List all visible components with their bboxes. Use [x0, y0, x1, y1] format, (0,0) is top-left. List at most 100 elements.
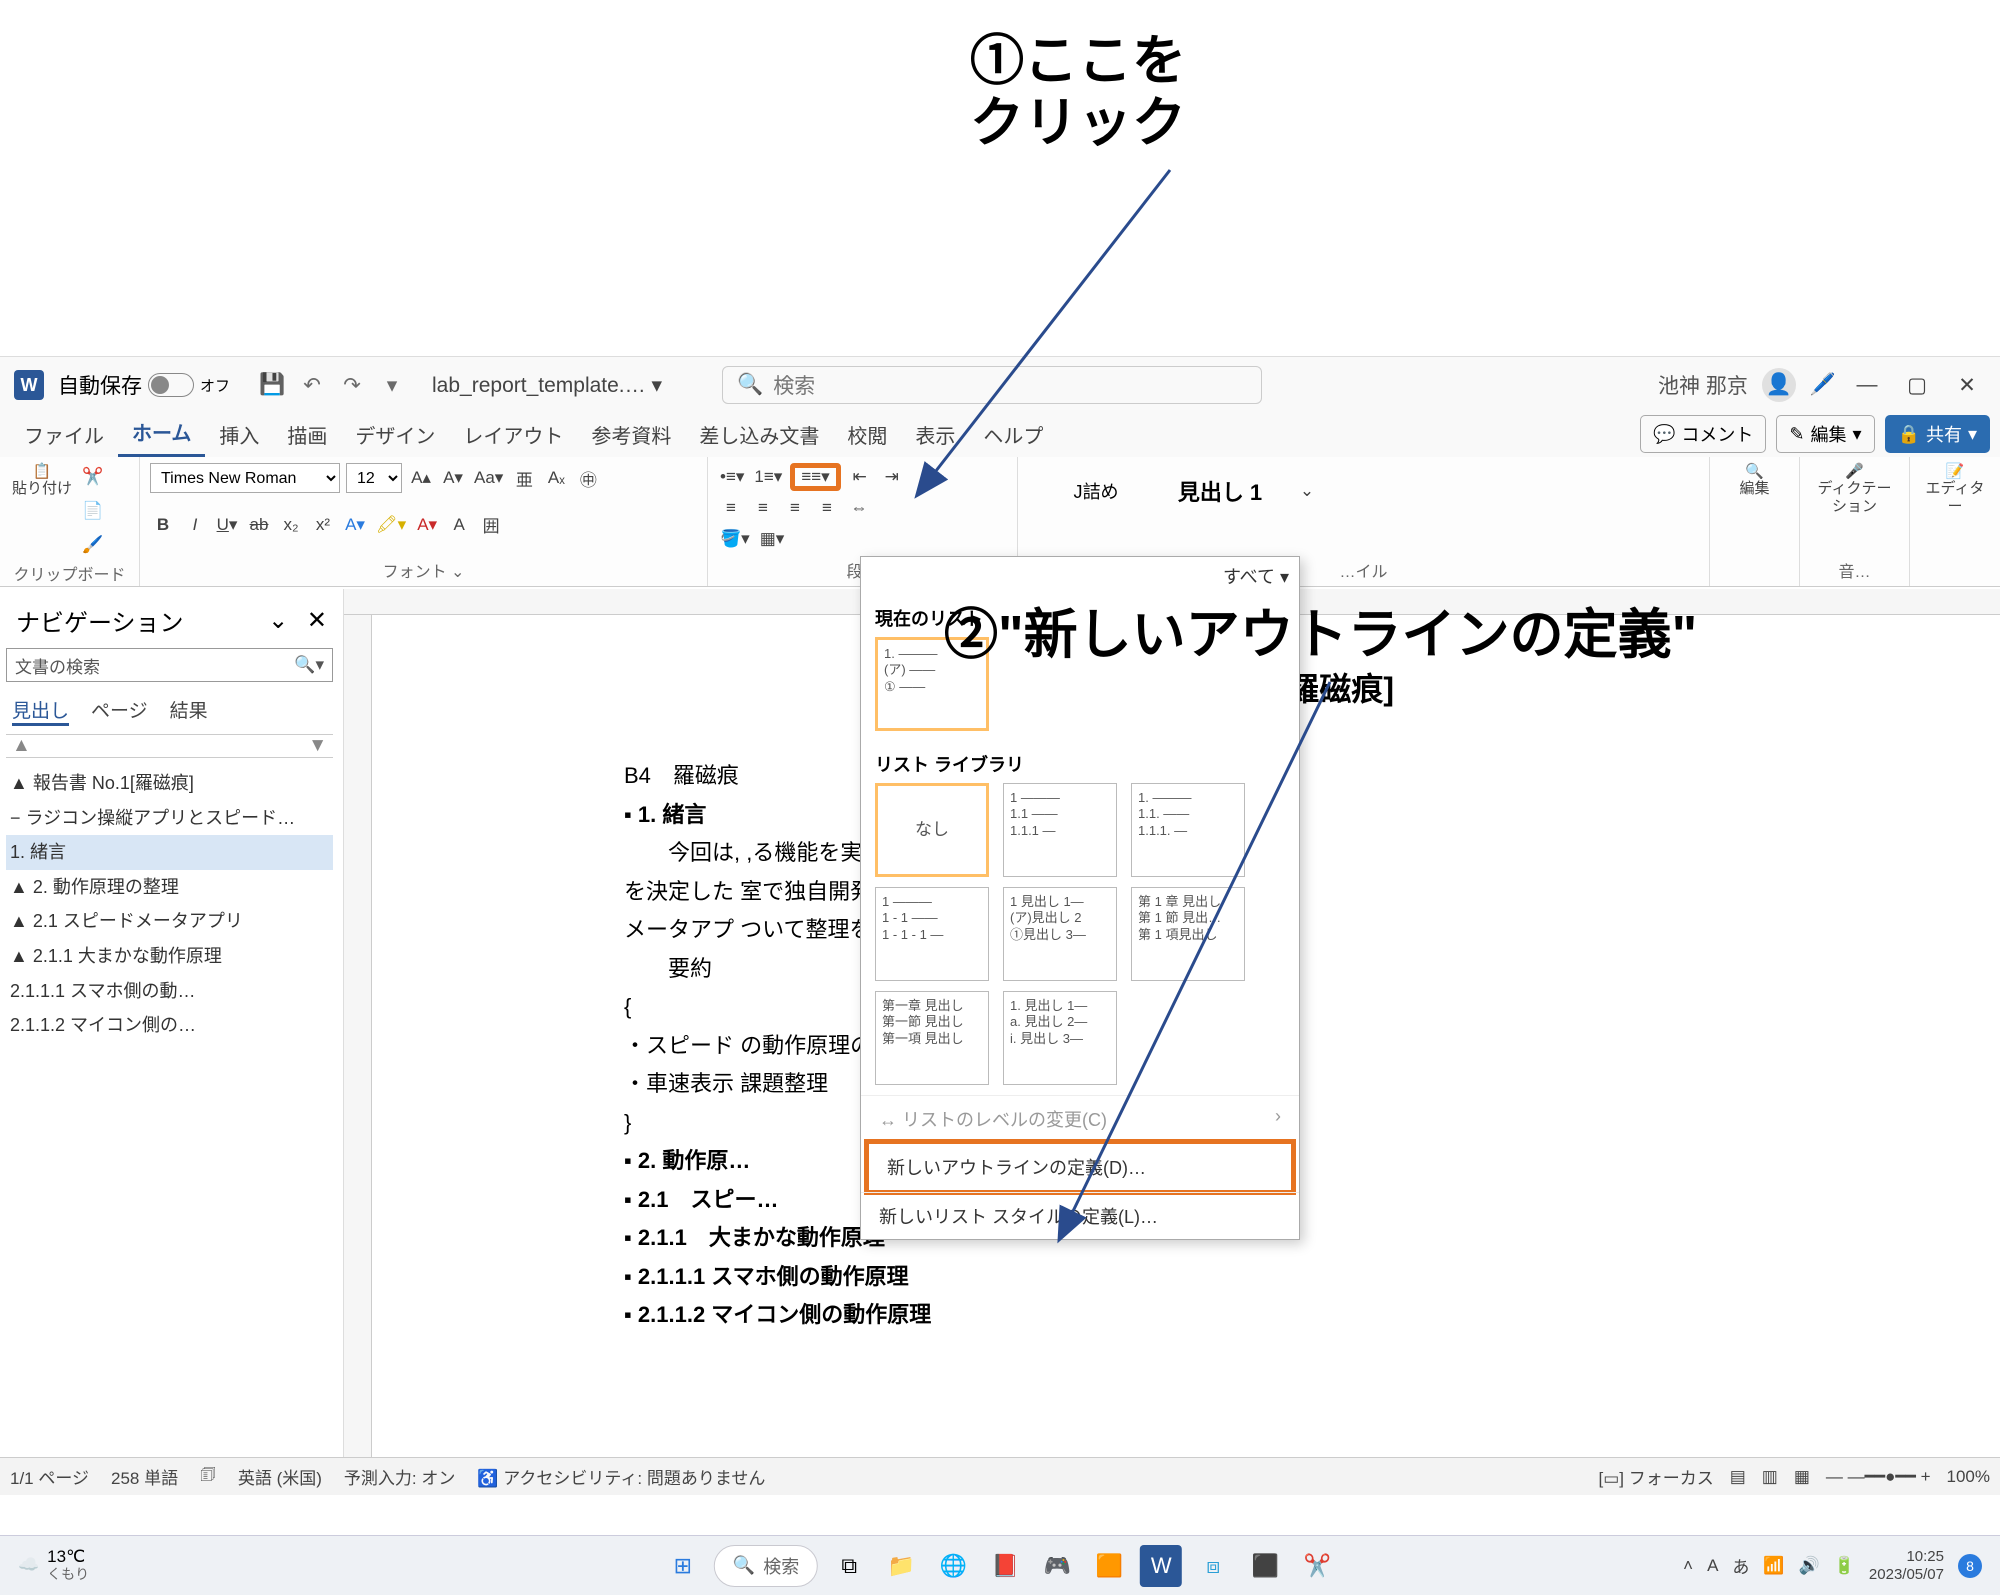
ime-icon[interactable]: A	[1707, 1556, 1718, 1576]
paste-button[interactable]: 📋貼り付け	[10, 463, 74, 498]
autosave-toggle[interactable]: 自動保存 オフ	[58, 370, 230, 400]
list-thumb[interactable]: 第 1 章 見出し第 1 節 見出…第 1 項見出し	[1131, 887, 1245, 981]
editor-button[interactable]: 📝エディター	[1920, 463, 1990, 515]
sb-lang-icon[interactable]: 🗊	[200, 1462, 216, 1491]
share-button[interactable]: 🔒 共有 ▾	[1885, 415, 1990, 453]
decrease-indent-icon[interactable]: ⇤	[847, 463, 873, 491]
nav-tab-results[interactable]: 結果	[170, 696, 208, 726]
sb-lang[interactable]: 英語 (米国)	[238, 1464, 322, 1489]
format-painter-icon[interactable]: 🖌️	[80, 531, 106, 559]
word-taskbar-icon[interactable]: W	[1140, 1545, 1182, 1587]
nav-item[interactable]: ▲ 2. 動作原理の整理	[6, 870, 333, 905]
strikethrough-icon[interactable]: ab	[246, 511, 272, 539]
terminal-icon[interactable]: ⬛	[1244, 1545, 1286, 1587]
taskbar-clock[interactable]: 10:25 2023/05/07	[1869, 1548, 1944, 1583]
highlight-icon[interactable]: 🖍▾	[374, 511, 408, 539]
bold-icon[interactable]: B	[150, 511, 176, 539]
view-web-icon[interactable]: ▦	[1794, 1467, 1810, 1487]
change-case-icon[interactable]: Aa▾	[472, 464, 505, 492]
sb-predict[interactable]: 予測入力: オン	[344, 1464, 455, 1489]
list-thumb[interactable]: 第一章 見出し第一節 見出し第一項 見出し	[875, 991, 989, 1085]
sb-focus[interactable]: [▭] フォーカス	[1599, 1464, 1714, 1489]
taskbar-weather[interactable]: ☁️ 13℃くもり	[18, 1548, 89, 1582]
edge-icon[interactable]: 🌐	[932, 1545, 974, 1587]
tab-insert[interactable]: 挿入	[205, 412, 273, 457]
wifi-icon[interactable]: 📶	[1763, 1556, 1784, 1576]
privacy-icon[interactable]: 🖊️	[1810, 373, 1836, 397]
dictation-button[interactable]: 🎤ディクテーション	[1810, 463, 1899, 515]
copy-icon[interactable]: 📄	[80, 497, 106, 525]
distributed-icon[interactable]: ⇔	[846, 494, 872, 522]
tab-help[interactable]: ヘルプ	[969, 412, 1057, 457]
close-nav-icon[interactable]: ✕	[307, 607, 327, 634]
text-effects-icon[interactable]: A▾	[342, 511, 368, 539]
tab-layout[interactable]: レイアウト	[449, 412, 577, 457]
subscript-icon[interactable]: x₂	[278, 511, 304, 539]
list-thumb[interactable]: 1 ―――1 - 1 ――1 - 1 - 1 ―	[875, 887, 989, 981]
char-border-icon[interactable]: 囲	[478, 511, 504, 539]
sb-words[interactable]: 258 単語	[111, 1464, 178, 1489]
dd-define-liststyle[interactable]: 新しいリスト スタイルの定義(L)…	[861, 1192, 1299, 1239]
sb-page[interactable]: 1/1 ページ	[10, 1464, 89, 1489]
document-title[interactable]: lab_report_template.… ▾	[432, 373, 662, 398]
styles-gallery-more-icon[interactable]: ⌄	[1294, 477, 1320, 505]
increase-indent-icon[interactable]: ⇥	[879, 463, 905, 491]
nav-item[interactable]: ▲ 2.1.1 大まかな動作原理	[6, 939, 333, 974]
snip-icon[interactable]: ✂️	[1296, 1545, 1338, 1587]
cut-icon[interactable]: ✂️	[80, 463, 106, 491]
style-jizume[interactable]: J詰め	[1046, 478, 1146, 504]
list-thumb[interactable]: 1. ―――1.1. ――1.1.1. ―	[1131, 783, 1245, 877]
list-thumb[interactable]: 1 ―――1.1 ――1.1.1 ―	[1003, 783, 1117, 877]
list-thumb-none[interactable]: なし	[875, 783, 989, 877]
nav-item[interactable]: 2.1.1.1 スマホ側の動…	[6, 974, 333, 1009]
shading-icon[interactable]: 🪣▾	[718, 525, 752, 553]
phonetic-guide-icon[interactable]: 亜	[511, 464, 537, 492]
numbering-icon[interactable]: 1≡▾	[752, 463, 784, 491]
clear-format-icon[interactable]: Aₓ	[543, 464, 569, 492]
lang-icon[interactable]: あ	[1732, 1553, 1749, 1578]
vscode-icon[interactable]: ⧈	[1192, 1545, 1234, 1587]
tab-home[interactable]: ホーム	[118, 409, 205, 457]
save-icon[interactable]: 💾	[258, 371, 286, 399]
nav-next-icon[interactable]: ▼	[308, 735, 327, 757]
nav-item[interactable]: 2.1.1.2 マイコン側の…	[6, 1008, 333, 1043]
avatar-icon[interactable]: 👤	[1762, 368, 1796, 402]
tab-references[interactable]: 参考資料	[577, 412, 685, 457]
dd-define-outline[interactable]: 新しいアウトラインの定義(D)…	[864, 1139, 1296, 1195]
borders-icon[interactable]: ▦▾	[758, 525, 787, 553]
sb-a11y[interactable]: ♿ アクセシビリティ: 問題ありません	[477, 1464, 765, 1489]
volume-icon[interactable]: 🔊	[1799, 1556, 1820, 1576]
view-print-icon[interactable]: ▥	[1762, 1467, 1778, 1487]
tray-chevron-icon[interactable]: ˄	[1683, 1556, 1693, 1576]
unknown-app-icon[interactable]: 🟧	[1088, 1545, 1130, 1587]
maximize-icon[interactable]: ▢	[1892, 365, 1942, 405]
tab-mailings[interactable]: 差し込み文書	[685, 412, 833, 457]
start-icon[interactable]: ⊞	[662, 1545, 704, 1587]
grow-font-icon[interactable]: A▴	[408, 464, 434, 492]
battery-icon[interactable]: 🔋	[1834, 1556, 1855, 1576]
xbox-icon[interactable]: 🎮	[1036, 1545, 1078, 1587]
tab-file[interactable]: ファイル	[10, 412, 118, 457]
edit-mode-button[interactable]: ✎ 編集 ▾	[1776, 415, 1874, 453]
bullets-icon[interactable]: •≡▾	[718, 463, 746, 491]
tab-design[interactable]: デザイン	[341, 412, 449, 457]
search-input[interactable]: 🔍 検索	[722, 366, 1262, 404]
tab-draw[interactable]: 描画	[273, 412, 341, 457]
redo-icon[interactable]: ↷	[338, 371, 366, 399]
zoom-label[interactable]: 100%	[1947, 1467, 1990, 1487]
nav-item-selected[interactable]: 1. 緒言	[6, 835, 333, 870]
underline-icon[interactable]: U▾	[214, 511, 240, 539]
italic-icon[interactable]: I	[182, 511, 208, 539]
font-size-select[interactable]: 12	[346, 463, 402, 493]
tab-view[interactable]: 表示	[901, 412, 969, 457]
char-shading-icon[interactable]: A	[446, 511, 472, 539]
vertical-ruler[interactable]	[344, 615, 372, 1457]
tab-review[interactable]: 校閲	[833, 412, 901, 457]
nav-tab-pages[interactable]: ページ	[91, 696, 148, 726]
close-icon[interactable]: ✕	[1942, 365, 1992, 405]
view-read-icon[interactable]: ▤	[1730, 1467, 1746, 1487]
undo-icon[interactable]: ↶	[298, 371, 326, 399]
editing-button[interactable]: 🔍編集	[1720, 463, 1789, 498]
nav-item[interactable]: ▲ 2.1 スピードメータアプリ	[6, 904, 333, 939]
superscript-icon[interactable]: x²	[310, 511, 336, 539]
